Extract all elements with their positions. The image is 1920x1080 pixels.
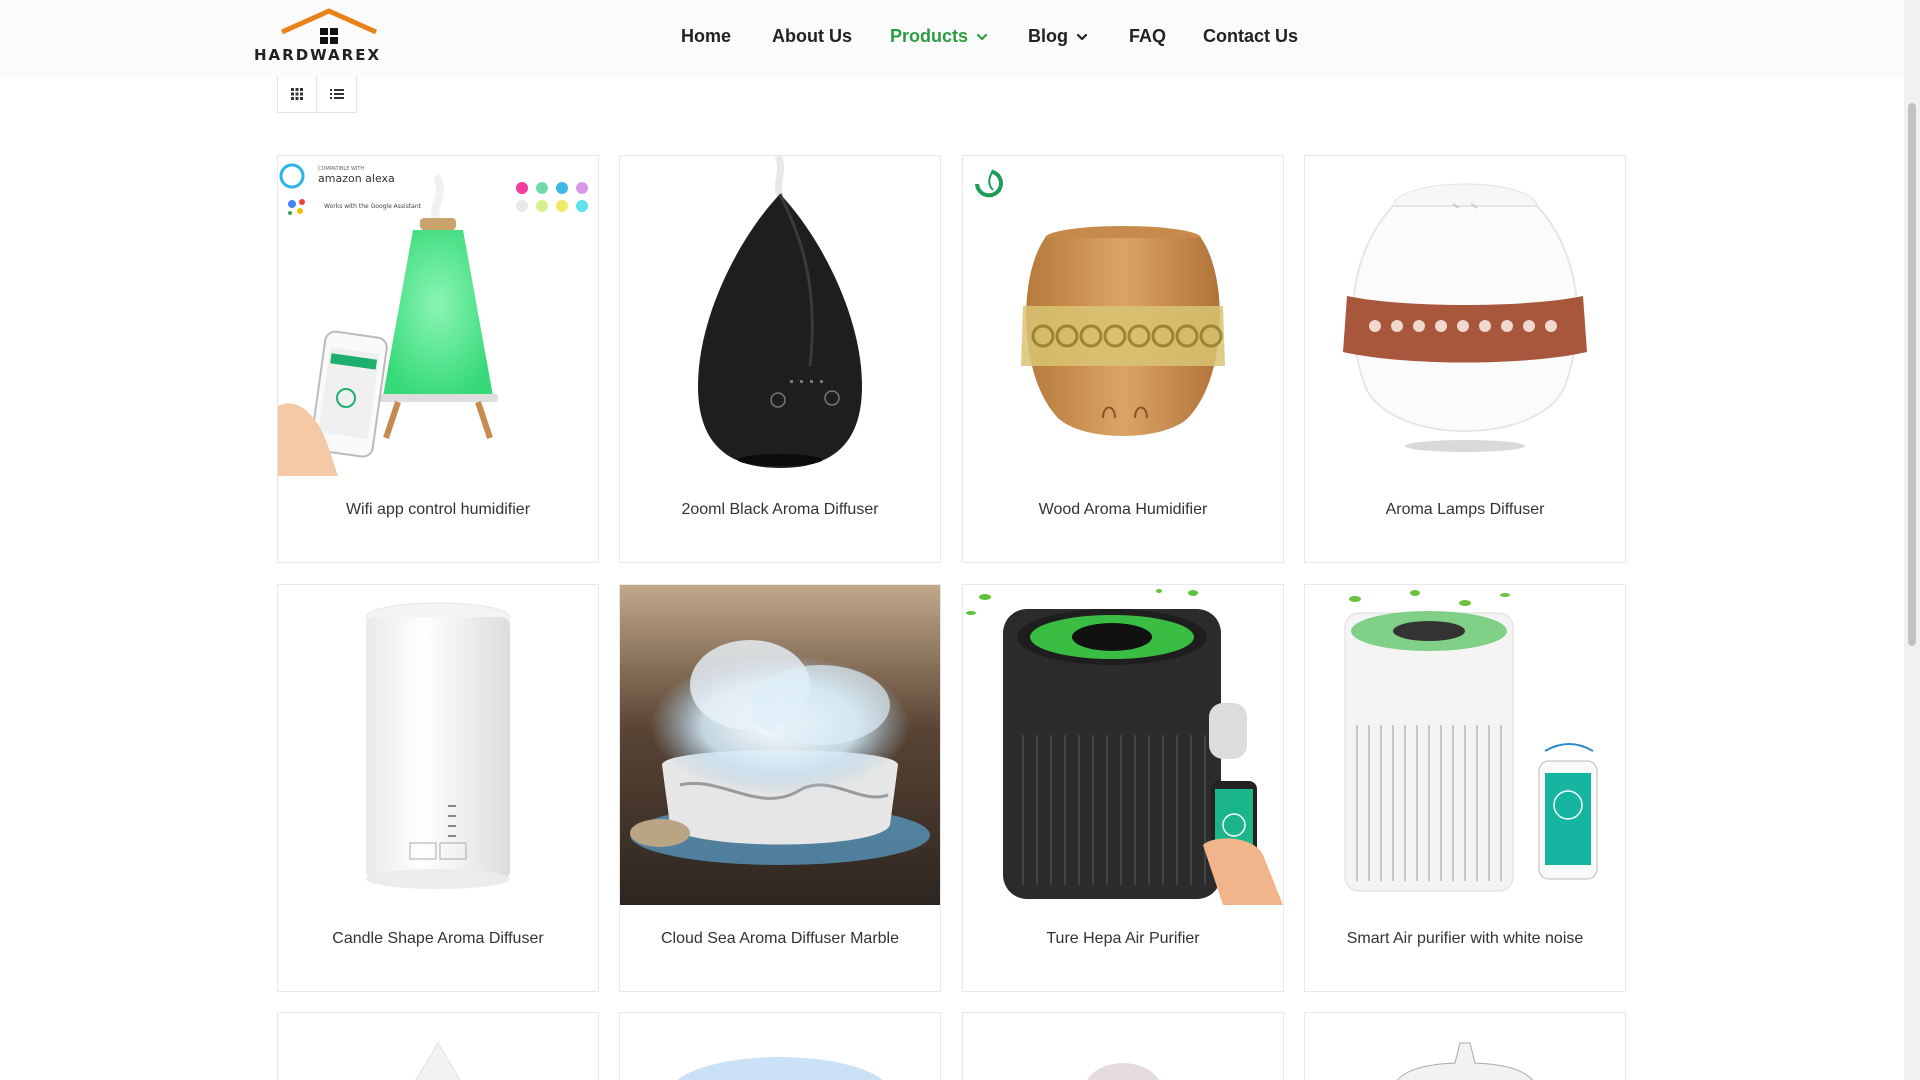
nav-contact-us[interactable]: Contact Us	[1203, 26, 1298, 47]
product-image-candle-diffuser[interactable]	[278, 585, 598, 905]
candle-diffuser-image	[365, 602, 511, 889]
product-card[interactable]	[619, 1012, 941, 1080]
scrollbar-thumb[interactable]	[1908, 103, 1916, 646]
black-diffuser-image	[698, 156, 862, 468]
nav-home-label: Home	[681, 26, 732, 46]
wifi-humidifier-image: COMPATIBLE WITH amazon alexa Works with …	[278, 163, 588, 476]
nav-faq-label: FAQ	[1129, 26, 1167, 46]
cloud-sea-diffuser-image	[620, 585, 940, 905]
product-card[interactable]	[1304, 1012, 1626, 1080]
list-view-button[interactable]	[317, 74, 357, 113]
nav-blog[interactable]: Blog	[1028, 26, 1089, 47]
alexa-text: amazon alexa	[318, 172, 395, 185]
nav-faq[interactable]: FAQ	[1129, 26, 1166, 47]
hepa-purifier-image	[966, 589, 1283, 905]
main-nav: Home About Us Products Blog FAQ Contact …	[0, 0, 1904, 76]
product-image-smart-purifier[interactable]	[1305, 585, 1625, 905]
product-image-partial	[1396, 1042, 1534, 1080]
product-title[interactable]: Wood Aroma Humidifier	[963, 501, 1283, 519]
nav-blog-label: Blog	[1028, 26, 1068, 46]
product-image-cloud-sea-diffuser[interactable]	[620, 585, 940, 905]
product-image-wifi-humidifier[interactable]: COMPATIBLE WITH amazon alexa Works with …	[278, 156, 598, 476]
nav-contact-us-label: Contact Us	[1203, 26, 1299, 46]
product-image-hepa-purifier[interactable]	[963, 585, 1283, 905]
product-card[interactable]: Wood Aroma Humidifier	[962, 155, 1284, 563]
product-title[interactable]: Cloud Sea Aroma Diffuser Marble	[620, 930, 940, 948]
product-card[interactable]: Cloud Sea Aroma Diffuser Marble	[619, 584, 941, 992]
product-title[interactable]: Wifi app control humidifier	[278, 501, 598, 519]
product-image-partial	[677, 1057, 883, 1080]
product-image-wood-humidifier[interactable]	[963, 156, 1283, 476]
list-icon	[329, 88, 344, 99]
view-toggle	[277, 74, 357, 113]
chevron-down-icon	[976, 33, 988, 40]
product-card[interactable]: 2ooml Black Aroma Diffuser	[619, 155, 941, 563]
product-title[interactable]: 2ooml Black Aroma Diffuser	[620, 501, 940, 519]
product-image-partial	[1086, 1063, 1160, 1080]
nav-products-label: Products	[890, 26, 969, 46]
grid-view-button[interactable]	[277, 74, 317, 113]
google-text: Works with the Google Assistant	[324, 203, 422, 210]
product-title[interactable]: Aroma Lamps Diffuser	[1305, 501, 1625, 519]
product-image-aroma-lamps[interactable]	[1305, 156, 1625, 476]
product-title[interactable]: Ture Hepa Air Purifier	[963, 930, 1283, 948]
product-card[interactable]	[277, 1012, 599, 1080]
nav-home[interactable]: Home	[681, 26, 731, 47]
product-card[interactable]: COMPATIBLE WITH amazon alexa Works with …	[277, 155, 599, 563]
nav-products[interactable]: Products	[890, 26, 989, 47]
site-header: HARDWAREX Home About Us Products Blog FA…	[0, 0, 1904, 76]
wood-humidifier-image	[975, 169, 1225, 436]
smart-purifier-image	[1344, 590, 1598, 892]
product-image-partial	[415, 1042, 461, 1080]
nav-about-us-label: About Us	[772, 26, 852, 46]
product-card[interactable]: Candle Shape Aroma Diffuser	[277, 584, 599, 992]
page-scrollbar[interactable]	[1904, 0, 1920, 1080]
product-card[interactable]: Smart Air purifier with white noise	[1304, 584, 1626, 992]
grid-icon	[291, 87, 303, 100]
product-title[interactable]: Smart Air purifier with white noise	[1305, 930, 1625, 948]
aroma-lamps-image	[1343, 183, 1587, 452]
nav-about-us[interactable]: About Us	[772, 26, 852, 47]
product-card[interactable]: Ture Hepa Air Purifier	[962, 584, 1284, 992]
product-image-black-diffuser[interactable]	[620, 156, 940, 476]
product-title[interactable]: Candle Shape Aroma Diffuser	[278, 930, 598, 948]
product-card[interactable]	[962, 1012, 1284, 1080]
chevron-down-icon	[1076, 33, 1088, 40]
product-card[interactable]: Aroma Lamps Diffuser	[1304, 155, 1626, 563]
